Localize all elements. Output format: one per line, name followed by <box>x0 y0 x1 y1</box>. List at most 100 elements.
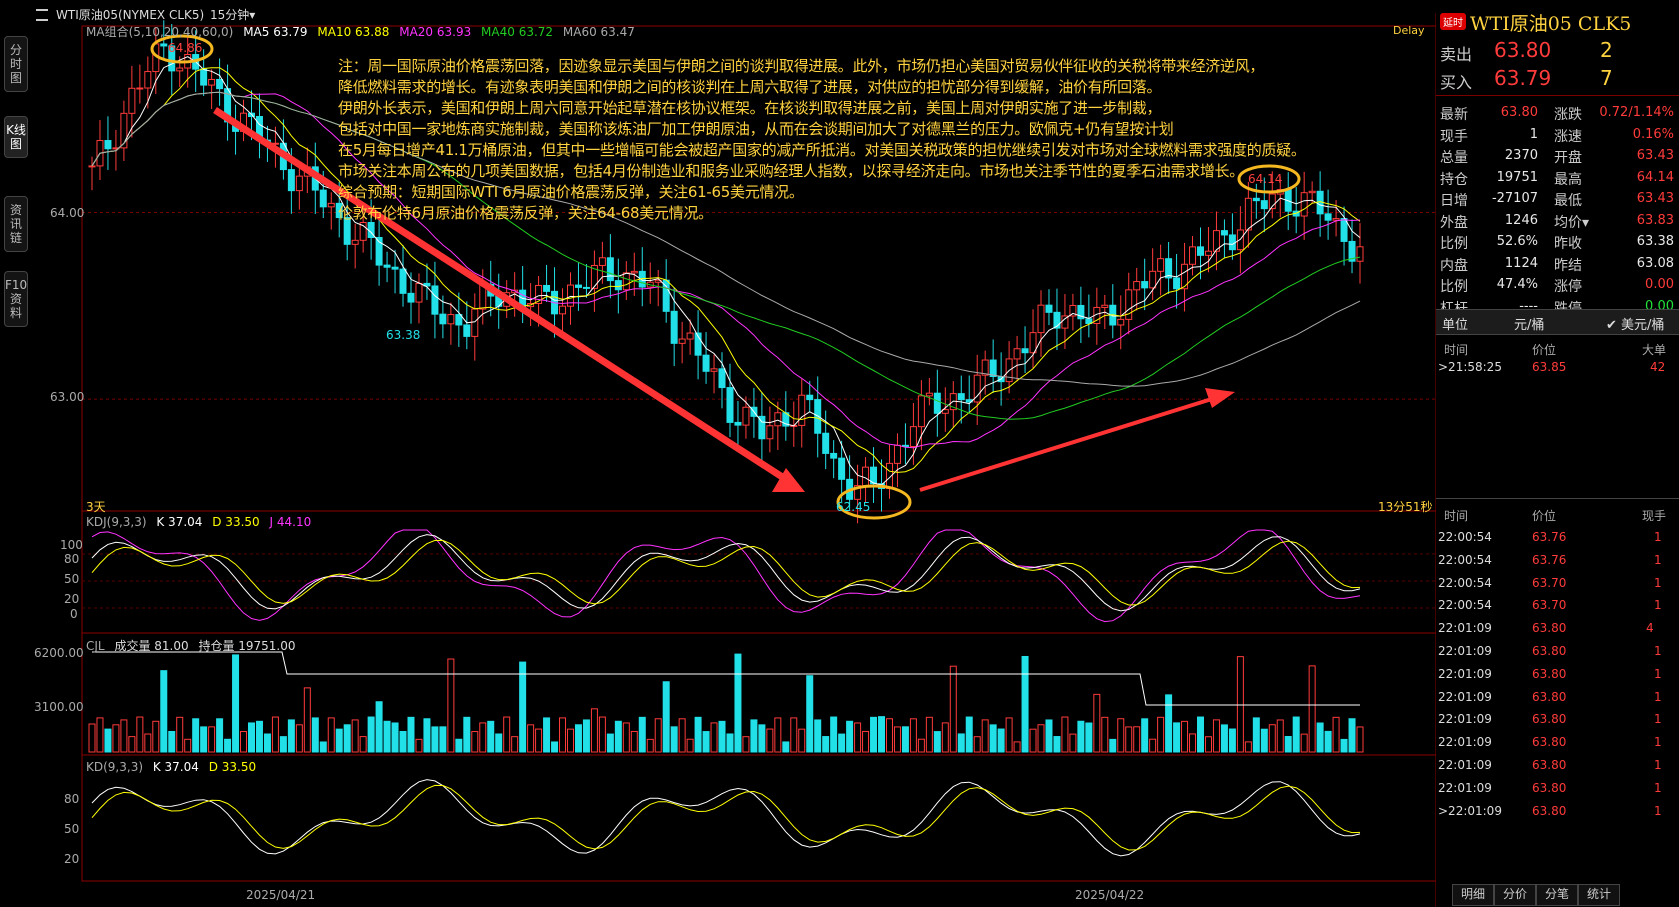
volume-bar <box>351 719 359 753</box>
big-row-time: >21:58:25 <box>1438 360 1502 374</box>
tick-price: 63.80 <box>1532 666 1567 681</box>
quote-label: 最低 <box>1554 193 1582 209</box>
volume-bar <box>1332 716 1340 753</box>
volume-bar <box>566 728 574 753</box>
volume-bar <box>893 726 901 753</box>
candle-body <box>1141 281 1149 289</box>
candle-body <box>447 314 455 325</box>
volume-bar <box>271 716 279 753</box>
volume-bar <box>359 736 367 753</box>
tick-qty: 1 <box>1654 666 1662 681</box>
volume-bar <box>232 654 240 753</box>
volume-bar <box>240 731 248 753</box>
candle-body <box>295 175 303 192</box>
volume-bar <box>1308 665 1316 753</box>
candle-body <box>1157 258 1165 272</box>
candle-body <box>822 432 830 454</box>
candle-body <box>327 202 335 208</box>
quote-label: 外盘 <box>1440 214 1468 231</box>
volume-bar <box>279 736 287 753</box>
volume-bar <box>814 719 822 753</box>
kd-tick-20: 20 <box>64 852 80 866</box>
candle-body <box>598 257 606 266</box>
volume-bar <box>439 726 447 753</box>
volume-bar <box>1013 741 1021 753</box>
kd-tick-80: 80 <box>64 792 80 806</box>
quote-label: 日增 <box>1440 193 1468 209</box>
volume-bar <box>1117 718 1125 753</box>
volume-bar <box>1109 738 1117 753</box>
currency-toggle[interactable]: ✔ 美元/桶 <box>1606 314 1664 333</box>
range-label: 3天 <box>86 500 106 514</box>
ma-legend: MA组合(5,10,20,40,60,0) MA5 63.79 MA10 63.… <box>86 23 635 40</box>
candle-body <box>766 425 774 440</box>
quote-label: 涨速 <box>1554 128 1582 145</box>
tick-qty: 1 <box>1654 575 1662 590</box>
quote-value: 63.38 <box>1636 234 1674 249</box>
tick-time: 22:01:09 <box>1438 712 1492 727</box>
candle-body <box>989 359 997 378</box>
volume-bar <box>646 738 654 753</box>
big-header-time: 时间 <box>1444 343 1469 357</box>
volume-bar <box>758 724 766 753</box>
candle-body <box>574 284 582 288</box>
volume-bar <box>303 687 311 753</box>
volume-bar <box>957 733 965 753</box>
tab-ticks[interactable]: 分笔 <box>1536 884 1578 906</box>
tick-price: 63.80 <box>1532 644 1567 658</box>
candle-body <box>678 338 686 344</box>
volume-bar <box>543 717 551 753</box>
volume-bar <box>1093 693 1101 753</box>
tick-time: 22:00:54 <box>1438 575 1492 590</box>
kdj-tick-100: 100 <box>60 538 83 552</box>
volume-bar <box>582 719 590 753</box>
volume-bar <box>327 717 335 753</box>
volume-bar <box>503 716 511 753</box>
volume-bar <box>830 716 838 753</box>
tick-price: 63.70 <box>1532 575 1567 590</box>
volume-bar <box>463 716 471 753</box>
tab-detail[interactable]: 明细 <box>1452 884 1494 906</box>
unit-value[interactable]: 元/桶 <box>1514 314 1544 333</box>
candle-body <box>287 169 295 192</box>
quote-value: -27107 <box>1491 191 1538 206</box>
cjl-legend: CJL 成交量 81.00 持仓量 19751.00 <box>86 637 296 654</box>
volume-bar <box>263 733 271 753</box>
volume-bar <box>295 724 303 753</box>
volume-bar <box>375 701 383 753</box>
high1-label: 64.86 <box>168 41 203 55</box>
quote-value: 0.00 <box>1645 277 1674 292</box>
tick-time: >22:01:09 <box>1438 803 1502 818</box>
volume-bar <box>702 731 710 753</box>
tick-price: 63.80 <box>1532 780 1567 795</box>
quote-label: 开盘 <box>1554 150 1582 166</box>
volume-bar <box>1284 736 1292 753</box>
volume-bar <box>431 726 439 753</box>
tab-stats[interactable]: 统计 <box>1578 884 1620 906</box>
volume-bar <box>670 726 678 753</box>
tick-time: 22:01:09 <box>1438 735 1492 750</box>
volume-bar <box>455 738 463 753</box>
candle-body <box>1308 190 1316 194</box>
tick-price: 63.80 <box>1532 758 1567 772</box>
tab-price-dist[interactable]: 分价 <box>1494 884 1536 906</box>
tick-price: 63.80 <box>1532 712 1567 727</box>
tick-time: 22:01:09 <box>1438 689 1492 704</box>
candle-body <box>1244 197 1252 231</box>
volume-bar <box>885 718 893 753</box>
volume-bar <box>606 733 614 753</box>
candle-body <box>407 292 415 303</box>
tick-time: 22:01:09 <box>1438 644 1492 658</box>
volume-bar <box>941 722 949 753</box>
ma60-label: MA60 63.47 <box>562 25 635 39</box>
volume-bar <box>287 719 295 753</box>
volume-bar <box>638 716 646 753</box>
candle-body <box>686 332 694 340</box>
candle-body <box>1252 197 1260 202</box>
divider <box>1436 95 1679 96</box>
unit-label: 单位 <box>1442 318 1469 333</box>
tick-qty: 1 <box>1654 712 1662 727</box>
candle-body <box>351 239 359 245</box>
kdj-tick-80: 80 <box>64 552 80 566</box>
volume-bar <box>694 716 702 753</box>
